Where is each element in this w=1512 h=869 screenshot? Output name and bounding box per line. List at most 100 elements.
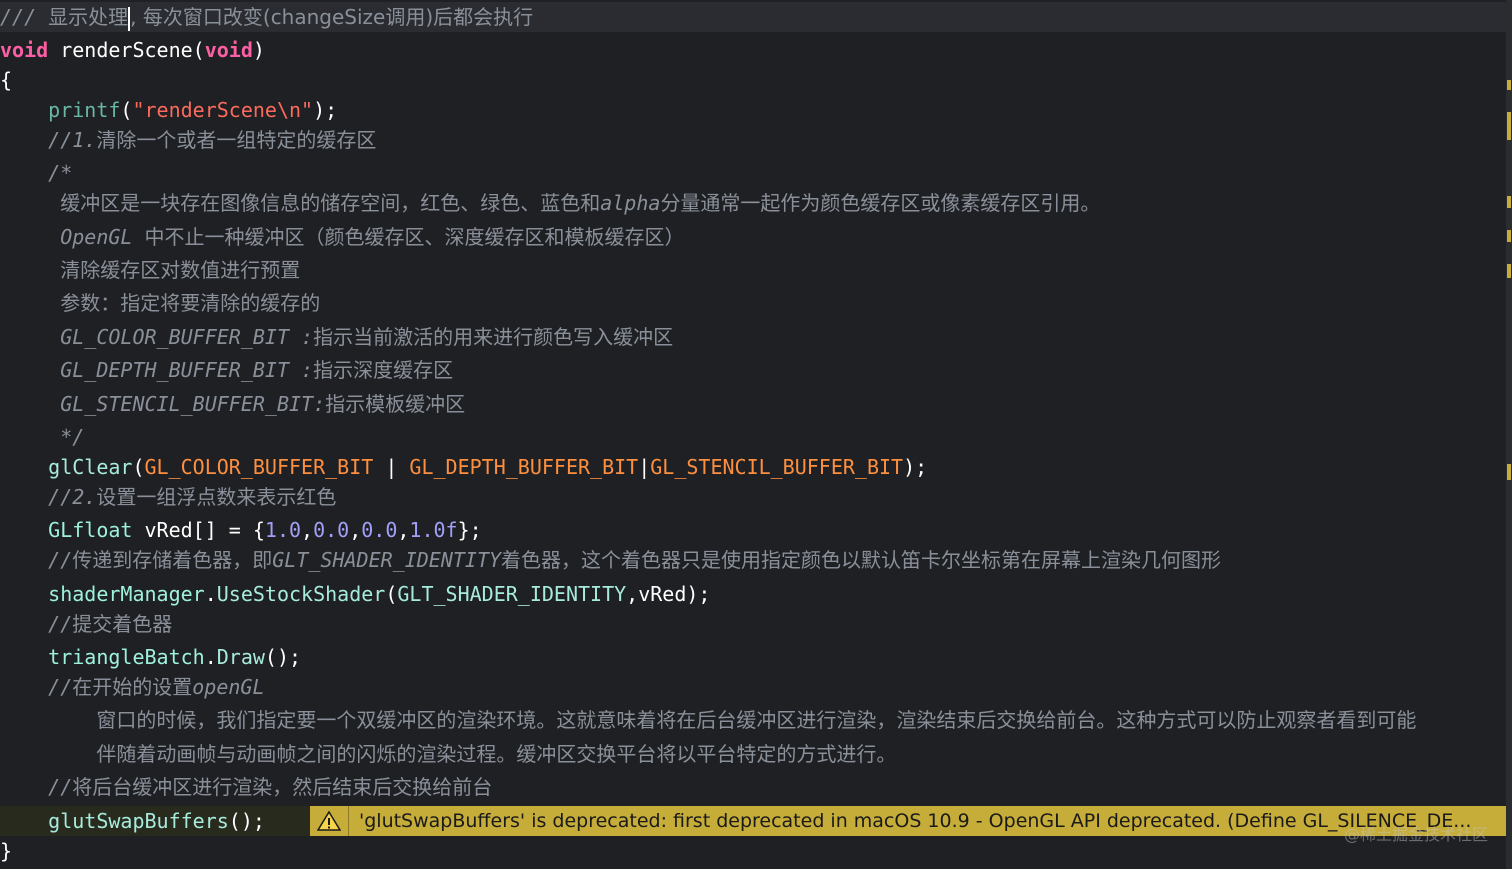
warning-message: 'glutSwapBuffers' is deprecated: first d… [359,810,1472,832]
code-token: , [301,518,314,542]
code-token: 1.0 [264,518,302,542]
code-token: // [0,675,73,699]
code-token: Draw [216,645,265,669]
code-line[interactable]: } [0,836,1506,866]
gutter-warning-mark [1507,464,1511,480]
code-token: //1. [0,128,97,152]
code-token: 中不止一种缓冲区（颜色缓存区、深度缓存区和模板缓存区） [144,225,685,249]
watermark: @稀土掘金技术社区 [1343,825,1488,844]
code-token: , [397,518,410,542]
code-line[interactable]: */ [0,422,1506,452]
gutter-warning-mark [1507,264,1511,278]
code-token: UseStockShader [216,582,386,606]
code-token: 传递到存储着色器，即 [72,548,273,572]
code-token: GL_DEPTH_BUFFER_BIT : [0,358,314,382]
code-token: vRed[] = { [132,518,265,542]
code-line[interactable]: GL_DEPTH_BUFFER_BIT :指示深度缓存区 [0,355,1506,385]
code-token: alpha [600,191,661,215]
code-token: ,vRed); [626,582,711,606]
code-line[interactable]: printf("renderScene\n"); [0,95,1506,125]
code-token: triangleBatch [0,645,205,669]
code-line[interactable]: { [0,65,1506,95]
code-line[interactable]: OpenGL 中不止一种缓冲区（颜色缓存区、深度缓存区和模板缓存区） [0,222,1506,252]
code-line[interactable]: 窗口的时候，我们指定要一个双缓冲区的渲染环境。这就意味着将在后台缓冲区进行渲染，… [0,705,1506,735]
code-editor[interactable]: /// 显示处理, 每次窗口改变(changeSize调用)后都会执行 void … [0,0,1506,869]
code-token: GLfloat [0,518,133,542]
code-token: 清除缓存区对数值进行预置 [60,258,301,282]
gutter-warning-mark [1507,230,1511,242]
code-line[interactable]: //传递到存储着色器，即GLT_SHADER_IDENTITY着色器，这个着色器… [0,545,1506,575]
code-line[interactable]: 缓冲区是一块存在图像信息的储存空间，红色、绿色、蓝色和alpha分量通常一起作为… [0,188,1506,218]
code-token: 指示模板缓冲区 [325,392,466,416]
code-line[interactable]: //2.设置一组浮点数来表示红色 [0,482,1506,512]
code-line[interactable]: /* [0,158,1506,188]
code-line[interactable]: shaderManager.UseStockShader(GLT_SHADER_… [0,579,1506,609]
code-line[interactable]: void renderScene(void) [0,35,1506,65]
code-token: 缓冲区是一块存在图像信息的储存空间，红色、绿色、蓝色和 [60,191,601,215]
code-token: glClear [0,455,133,479]
code-token: void [0,38,49,62]
gutter-warning-mark [1507,112,1511,140]
code-line[interactable]: //在开始的设置openGL [0,672,1506,702]
code-token: GLT_SHADER_IDENTITY [397,582,627,606]
code-token: printf [0,98,121,122]
code-token: openGL [192,675,265,699]
code-token: 参数：指定将要清除的缓存的 [60,291,321,315]
code-token: 0.0 [313,518,350,542]
code-token: // [0,775,73,799]
code-line[interactable]: 参数：指定将要清除的缓存的 [0,288,1506,318]
code-token: GL_STENCIL_BUFFER_BIT [650,455,904,479]
code-token: 提交着色器 [72,612,173,636]
code-token: 显示处理 [48,5,129,29]
code-token: ); [903,455,928,479]
code-token: 分量通常一起作为颜色缓存区或像素缓存区引用。 [660,191,1101,215]
code-token: , [349,518,362,542]
code-token: 窗口的时候，我们指定要一个双缓冲区的渲染环境。这就意味着将在后台缓冲区进行渲染，… [96,708,1417,732]
code-line[interactable]: GLfloat vRed[] = {1.0,0.0,0.0,1.0f}; [0,515,1506,545]
code-token: GL_COLOR_BUFFER_BIT [144,455,374,479]
code-token: //2. [0,485,97,509]
code-token: glutSwapBuffers [0,809,229,833]
code-token: 指示当前激活的用来进行颜色写入缓冲区 [313,325,674,349]
code-line[interactable]: /// 显示处理, 每次窗口改变(changeSize调用)后都会执行 [0,2,1506,32]
code-token: ( [120,98,133,122]
code-token: 伴随着动画帧与动画帧之间的闪烁的渲染过程。缓冲区交换平台将以平台特定的方式进行。 [96,742,897,766]
code-token: 指示深度缓存区 [313,358,454,382]
code-line[interactable]: GL_COLOR_BUFFER_BIT :指示当前激活的用来进行颜色写入缓冲区 [0,322,1506,352]
code-token: }; [457,518,482,542]
code-token: 着色器，这个着色器只是使用指定颜色以默认笛卡尔坐标第在屏幕上渲染几何图形 [501,548,1222,572]
code-line[interactable]: 伴随着动画帧与动画帧之间的闪烁的渲染过程。缓冲区交换平台将以平台特定的方式进行。 [0,739,1506,769]
code-line[interactable]: //1.清除一个或者一组特定的缓存区 [0,125,1506,155]
code-token: shaderManager [0,582,205,606]
code-token: { [0,68,13,92]
code-token: . [204,582,217,606]
code-token: GL_STENCIL_BUFFER_BIT: [0,392,326,416]
code-token: ( [385,582,398,606]
code-line[interactable]: glClear(GL_COLOR_BUFFER_BIT | GL_DEPTH_B… [0,452,1506,482]
code-line[interactable]: 清除缓存区对数值进行预置 [0,255,1506,285]
code-line[interactable]: GL_STENCIL_BUFFER_BIT:指示模板缓冲区 [0,389,1506,419]
warning-icon-cell[interactable] [310,806,349,836]
code-token: void [204,38,253,62]
code-token: // [0,612,73,636]
code-token: GL_DEPTH_BUFFER_BIT [409,455,639,479]
deprecation-warning-banner[interactable]: 'glutSwapBuffers' is deprecated: first d… [310,806,1506,836]
code-token: (); [264,645,302,669]
code-token: 0.0 [361,518,398,542]
code-token: OpenGL [0,225,145,249]
code-token: */ [0,425,85,449]
code-line[interactable]: triangleBatch.Draw(); [0,642,1506,672]
code-token: GLT_SHADER_IDENTITY [272,548,502,572]
code-token: /* [0,161,73,185]
scroll-gutter[interactable] [1506,0,1512,869]
code-token: ) [252,38,265,62]
code-line[interactable]: //将后台缓冲区进行渲染，然后结束后交换给前台 [0,772,1506,802]
code-token: 清除一个或者一组特定的缓存区 [96,128,377,152]
code-token: , 每次窗口改变(changeSize调用)后都会执行 [130,5,534,29]
code-token: ); [313,98,338,122]
code-line[interactable]: //提交着色器 [0,609,1506,639]
